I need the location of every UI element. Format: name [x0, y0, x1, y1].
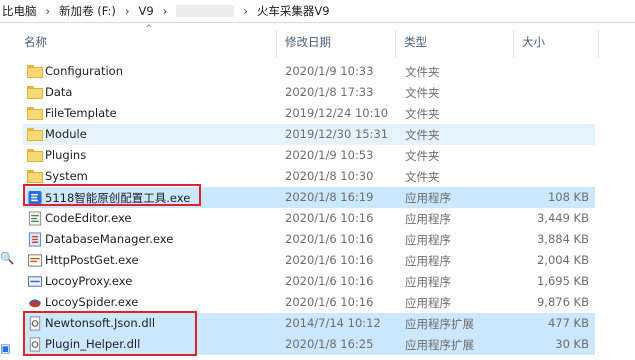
- file-name: Configuration: [45, 64, 123, 78]
- column-date[interactable]: 修改日期: [285, 34, 331, 50]
- file-date: 2020/1/9 10:33: [285, 64, 374, 78]
- breadcrumb: 比电脑 › 新加卷 (F:) › V9 › › 火车采集器V9: [0, 0, 635, 23]
- file-type: 文件夹: [405, 170, 440, 184]
- folder-icon: [27, 86, 43, 99]
- file-row[interactable]: CodeEditor.exe 2020/1/6 10:16 应用程序 3,449…: [23, 208, 595, 229]
- file-type: 文件夹: [405, 65, 440, 79]
- sort-ascending-icon: ^: [145, 24, 153, 34]
- file-date: 2020/1/8 10:30: [285, 169, 374, 183]
- folder-icon: [27, 65, 43, 78]
- database-icon: [28, 232, 42, 247]
- file-size: 3,449 KB: [536, 211, 589, 225]
- file-date: 2020/1/6 10:16: [285, 253, 374, 267]
- breadcrumb-current-folder[interactable]: 火车采集器V9: [255, 3, 332, 19]
- file-date: 2020/1/8 16:25: [285, 337, 374, 351]
- file-date: 2019/12/24 10:10: [285, 106, 389, 120]
- file-name: Plugins: [45, 148, 87, 162]
- file-size: 477 KB: [547, 316, 589, 330]
- chevron-right-icon: ›: [124, 4, 130, 18]
- file-type: 应用程序: [405, 233, 451, 247]
- file-name: CodeEditor.exe: [45, 211, 132, 225]
- folder-icon: [27, 149, 43, 162]
- file-size: 1,695 KB: [536, 274, 589, 288]
- file-type: 应用程序: [405, 254, 451, 268]
- file-size: 9,876 KB: [536, 295, 589, 309]
- file-type: 文件夹: [405, 86, 440, 100]
- file-row[interactable]: FileTemplate 2019/12/24 10:10 文件夹: [23, 103, 595, 124]
- file-type: 文件夹: [405, 149, 440, 163]
- file-size: 2,004 KB: [536, 253, 589, 267]
- chevron-right-icon: ›: [45, 4, 51, 18]
- file-type: 文件夹: [405, 128, 440, 142]
- http-icon: [27, 254, 43, 267]
- highlight-box: [23, 184, 201, 206]
- breadcrumb-drive[interactable]: 新加卷 (F:): [57, 3, 118, 19]
- folder-icon: [27, 107, 43, 120]
- file-row[interactable]: Plugins 2020/1/9 10:53 文件夹: [23, 145, 595, 166]
- breadcrumb-v9[interactable]: V9: [136, 4, 155, 18]
- chevron-right-icon: ›: [162, 4, 168, 18]
- folder-icon: [27, 170, 43, 183]
- file-row[interactable]: DatabaseManager.exe 2020/1/6 10:16 应用程序 …: [23, 229, 595, 250]
- file-name: Data: [45, 85, 73, 99]
- file-row[interactable]: Module 2019/12/30 15:31 文件夹: [23, 124, 595, 145]
- file-name: HttpPostGet.exe: [45, 253, 139, 267]
- code-editor-icon: [28, 211, 42, 226]
- file-row[interactable]: LocoyProxy.exe 2020/1/6 10:16 应用程序 1,695…: [23, 271, 595, 292]
- chevron-right-icon: ›: [243, 4, 248, 18]
- column-type[interactable]: 类型: [404, 34, 427, 50]
- column-header: ^ 名称 修改日期 类型 大小: [0, 24, 635, 58]
- file-date: 2020/1/6 10:16: [285, 232, 374, 246]
- file-name: DatabaseManager.exe: [45, 232, 174, 246]
- file-date: 2020/1/6 10:16: [285, 274, 374, 288]
- file-name: Module: [45, 127, 87, 141]
- file-size: 3,884 KB: [536, 232, 589, 246]
- proxy-icon: [27, 276, 43, 287]
- file-size: 30 KB: [555, 337, 589, 351]
- file-name: System: [45, 169, 88, 183]
- file-size: 108 KB: [547, 190, 589, 204]
- column-divider[interactable]: [276, 30, 277, 58]
- network-icon: ▣: [0, 341, 11, 355]
- file-type: 应用程序: [405, 275, 451, 289]
- file-type: 文件夹: [405, 107, 440, 121]
- column-divider[interactable]: [395, 30, 396, 58]
- file-type: 应用程序扩展: [405, 317, 474, 331]
- file-row[interactable]: HttpPostGet.exe 2020/1/6 10:16 应用程序 2,00…: [23, 250, 595, 271]
- file-type: 应用程序: [405, 212, 451, 226]
- file-date: 2020/1/8 17:33: [285, 85, 374, 99]
- file-row[interactable]: Data 2020/1/8 17:33 文件夹: [23, 82, 595, 103]
- file-type: 应用程序: [405, 296, 451, 310]
- highlight-box: [23, 311, 197, 356]
- file-row[interactable]: LocoySpider.exe 2020/1/6 10:16 应用程序 9,87…: [23, 292, 595, 313]
- file-row[interactable]: Configuration 2020/1/9 10:33 文件夹: [23, 61, 595, 82]
- file-name: LocoySpider.exe: [45, 295, 139, 309]
- spider-icon: [28, 299, 42, 308]
- file-date: 2020/1/9 10:53: [285, 148, 374, 162]
- file-type: 应用程序: [405, 191, 451, 205]
- column-name[interactable]: 名称: [24, 34, 47, 50]
- file-name: FileTemplate: [45, 106, 117, 120]
- column-size[interactable]: 大小: [522, 34, 545, 50]
- file-name: LocoyProxy.exe: [45, 274, 133, 288]
- folder-icon: [27, 128, 43, 141]
- blurred-breadcrumb: [176, 5, 235, 17]
- file-date: 2020/1/6 10:16: [285, 295, 374, 309]
- file-date: 2020/1/8 16:19: [285, 190, 374, 204]
- breadcrumb-this-pc[interactable]: 比电脑: [0, 3, 39, 19]
- column-divider[interactable]: [513, 30, 514, 58]
- file-date: 2020/1/6 10:16: [285, 211, 374, 225]
- column-divider[interactable]: [598, 30, 599, 58]
- file-date: 2014/7/14 10:12: [285, 316, 381, 330]
- file-date: 2019/12/30 15:31: [285, 127, 389, 141]
- file-type: 应用程序扩展: [405, 338, 474, 352]
- search-icon: 🔍: [0, 251, 15, 265]
